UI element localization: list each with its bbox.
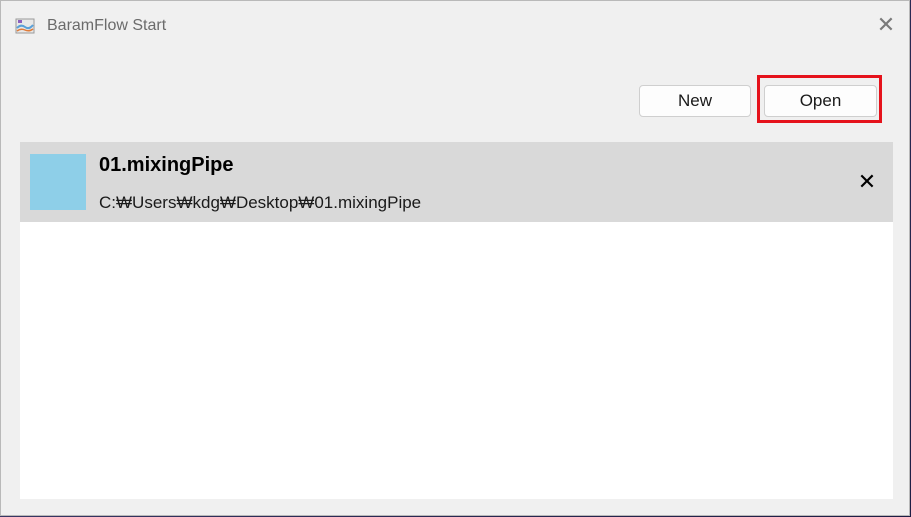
new-button[interactable]: New xyxy=(639,85,751,117)
start-window: BaramFlow Start ✕ New Open 01.mixingPipe… xyxy=(0,0,910,516)
project-list: 01.mixingPipe C:₩Users₩kdg₩Desktop₩01.mi… xyxy=(20,142,893,499)
project-list-item[interactable]: 01.mixingPipe C:₩Users₩kdg₩Desktop₩01.mi… xyxy=(20,142,893,222)
open-button[interactable]: Open xyxy=(764,85,877,117)
close-button[interactable]: ✕ xyxy=(863,1,909,49)
title-bar[interactable]: BaramFlow Start ✕ xyxy=(1,1,909,49)
remove-project-button[interactable]: ✕ xyxy=(857,169,877,194)
app-icon xyxy=(15,17,35,35)
project-path: C:₩Users₩kdg₩Desktop₩01.mixingPipe xyxy=(99,193,422,212)
remove-icon: ✕ xyxy=(857,169,877,194)
close-icon: ✕ xyxy=(876,12,896,37)
project-name: 01.mixingPipe xyxy=(99,154,234,176)
project-thumbnail xyxy=(30,154,86,210)
window-title: BaramFlow Start xyxy=(47,17,167,34)
